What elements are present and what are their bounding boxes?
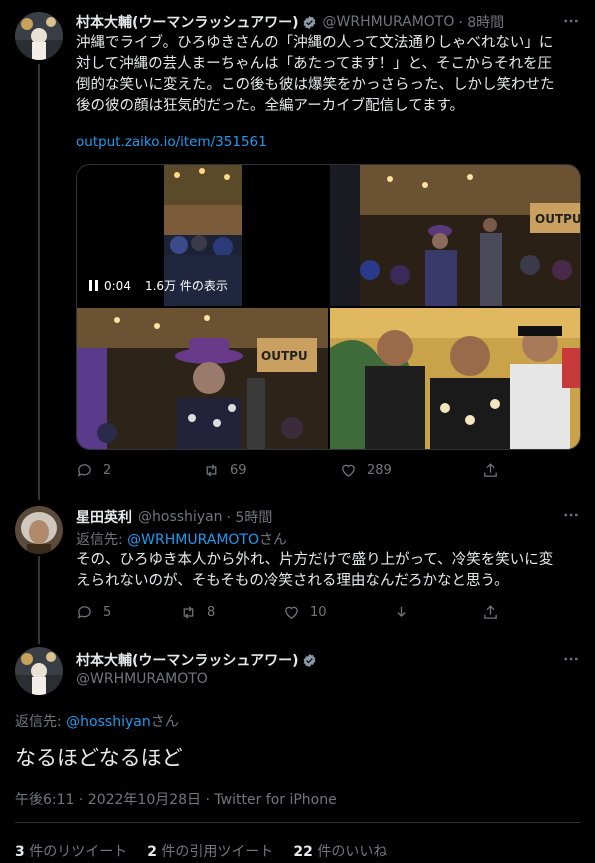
display-name[interactable]: 星田英利 bbox=[76, 507, 132, 527]
retweets-count: 3 bbox=[15, 844, 25, 860]
retweets-stat[interactable]: 3 件のリツイート bbox=[15, 841, 127, 861]
user-handle[interactable]: @WRHMURAMOTO bbox=[76, 671, 208, 687]
photo-image bbox=[330, 308, 580, 449]
share-icon bbox=[484, 605, 497, 619]
likes-label: 件のいいね bbox=[312, 844, 388, 860]
reply-count: 2 bbox=[103, 463, 112, 478]
photo-image: OUTPU bbox=[77, 308, 328, 449]
more-options-icon[interactable] bbox=[562, 12, 580, 30]
reply-button[interactable]: 5 bbox=[76, 604, 111, 621]
retweet-button[interactable]: 8 bbox=[180, 604, 215, 621]
like-button[interactable]: 289 bbox=[340, 462, 392, 479]
photo-tile[interactable]: OUTPU bbox=[77, 308, 328, 449]
likes-stat[interactable]: 22 件のいいね bbox=[293, 841, 387, 861]
retweet-icon bbox=[206, 464, 217, 477]
like-count: 10 bbox=[310, 605, 327, 620]
retweet-count: 8 bbox=[207, 605, 216, 620]
avatar[interactable] bbox=[15, 647, 63, 695]
reply-icon bbox=[77, 464, 91, 477]
tweet-text-line: 倒的な笑いに変えた。この後も彼は爆笑をかっさらった、しかし笑わせた bbox=[76, 77, 555, 93]
avatar[interactable] bbox=[15, 506, 63, 554]
timestamp[interactable]: · 5時間 bbox=[227, 507, 273, 527]
display-name[interactable]: 村本大輔(ウーマンラッシュアワー) bbox=[76, 12, 299, 32]
divider bbox=[15, 822, 580, 823]
thread-line bbox=[38, 556, 40, 644]
tweet-text-line: 対して沖縄の芸人まーちゃんは「あたってます！」と、そこからそれを圧 bbox=[76, 56, 553, 72]
more-options-icon[interactable] bbox=[562, 506, 580, 524]
like-button[interactable]: 10 bbox=[283, 604, 327, 621]
retweets-label: 件のリツイート bbox=[24, 844, 128, 860]
pause-icon[interactable] bbox=[89, 280, 98, 291]
share-button[interactable] bbox=[482, 462, 499, 479]
user-handle[interactable]: @WRHMURAMOTO bbox=[323, 14, 455, 30]
share-icon bbox=[484, 463, 497, 477]
avatar[interactable] bbox=[15, 12, 63, 60]
timestamp[interactable]: · 8時間 bbox=[458, 12, 504, 32]
video-views: 1.6万 件の表示 bbox=[144, 279, 228, 293]
media-grid[interactable]: 0:04 1.6万 件の表示 OUTPU OUTPU bbox=[76, 164, 581, 450]
reply-icon bbox=[77, 606, 91, 619]
tweet-text-line: 沖縄でライブ。ひろゆきさんの「沖縄の人って文法通りしゃべれない」に bbox=[76, 35, 554, 51]
reply-count: 5 bbox=[103, 605, 112, 620]
reply-mention[interactable]: @WRHMURAMOTO bbox=[127, 532, 259, 548]
reply-suffix: さん bbox=[150, 714, 179, 730]
reply-suffix: さん bbox=[259, 532, 288, 548]
user-handle[interactable]: @hosshiyan bbox=[138, 509, 223, 525]
svg-text:OUTPU: OUTPU bbox=[535, 212, 581, 226]
verified-icon bbox=[303, 15, 315, 29]
reply-context: 返信先: @hosshiyanさん bbox=[15, 711, 179, 731]
retweet-count: 69 bbox=[230, 463, 247, 478]
video-tile[interactable]: 0:04 1.6万 件の表示 bbox=[77, 165, 328, 306]
heart-icon bbox=[285, 606, 298, 619]
video-duration: 0:04 bbox=[104, 278, 131, 293]
tweet-text-line: その、ひろゆき本人から外れ、片方だけで盛り上がって、冷笑を笑いに変 bbox=[76, 552, 554, 568]
tweet-meta[interactable]: 午後6:11 · 2022年10月28日 · Twitter for iPhon… bbox=[15, 789, 337, 809]
reply-mention[interactable]: @hosshiyan bbox=[66, 714, 151, 730]
tweet-text-line: えられないのが、そもそもの冷笑される理由なんだろかなと思う。 bbox=[76, 573, 509, 589]
more-options-icon[interactable] bbox=[562, 650, 580, 668]
likes-count: 22 bbox=[293, 844, 313, 860]
video-overlay: 0:04 1.6万 件の表示 bbox=[89, 277, 228, 294]
views-button[interactable] bbox=[393, 604, 410, 621]
quotes-count: 2 bbox=[147, 844, 157, 860]
tweet-link[interactable]: output.zaiko.io/item/351561 bbox=[76, 134, 267, 150]
verified-icon bbox=[303, 653, 315, 667]
quotes-stat[interactable]: 2 件の引用ツイート bbox=[147, 841, 273, 861]
share-button[interactable] bbox=[482, 604, 499, 621]
reply-button[interactable]: 2 bbox=[76, 462, 111, 479]
retweet-button[interactable]: 69 bbox=[203, 462, 247, 479]
thread-line bbox=[38, 64, 40, 500]
like-count: 289 bbox=[367, 463, 392, 478]
display-name[interactable]: 村本大輔(ウーマンラッシュアワー) bbox=[76, 650, 299, 670]
photo-tile[interactable]: OUTPU bbox=[330, 165, 581, 306]
tweet-text: その、ひろゆき本人から外れ、片方だけで盛り上がって、冷笑を笑いに変 えられないの… bbox=[76, 550, 581, 592]
reply-context: 返信先: @WRHMURAMOTOさん bbox=[76, 529, 287, 549]
retweet-icon bbox=[183, 606, 194, 619]
svg-text:OUTPU: OUTPU bbox=[261, 349, 308, 363]
tweet-text-large: なるほどなるほど bbox=[15, 746, 183, 770]
download-icon bbox=[397, 606, 406, 617]
photo-tile[interactable] bbox=[330, 308, 580, 449]
photo-image: OUTPU bbox=[330, 165, 581, 306]
tweet-text: 沖縄でライブ。ひろゆきさんの「沖縄の人って文法通りしゃべれない」に 対して沖縄の… bbox=[76, 33, 581, 117]
heart-icon bbox=[342, 464, 355, 477]
tweet-text-line: 後の彼の顔は狂気的だった。全編アーカイブ配信してます。 bbox=[76, 98, 465, 114]
reply-prefix: 返信先: bbox=[76, 532, 128, 548]
quotes-label: 件の引用ツイート bbox=[156, 844, 274, 860]
reply-prefix: 返信先: bbox=[15, 714, 67, 730]
tweet-stats: 3 件のリツイート 2 件の引用ツイート 22 件のいいね bbox=[15, 841, 387, 861]
